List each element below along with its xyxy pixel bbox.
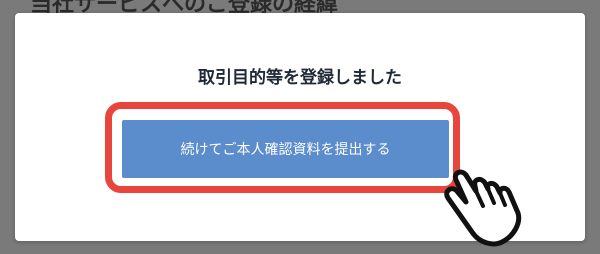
hand-pointer-icon (444, 169, 522, 247)
modal-title: 取引目的等を登録しました (198, 68, 402, 88)
submit-id-documents-button[interactable]: 続けてご本人確認資料を提出する (119, 117, 452, 181)
